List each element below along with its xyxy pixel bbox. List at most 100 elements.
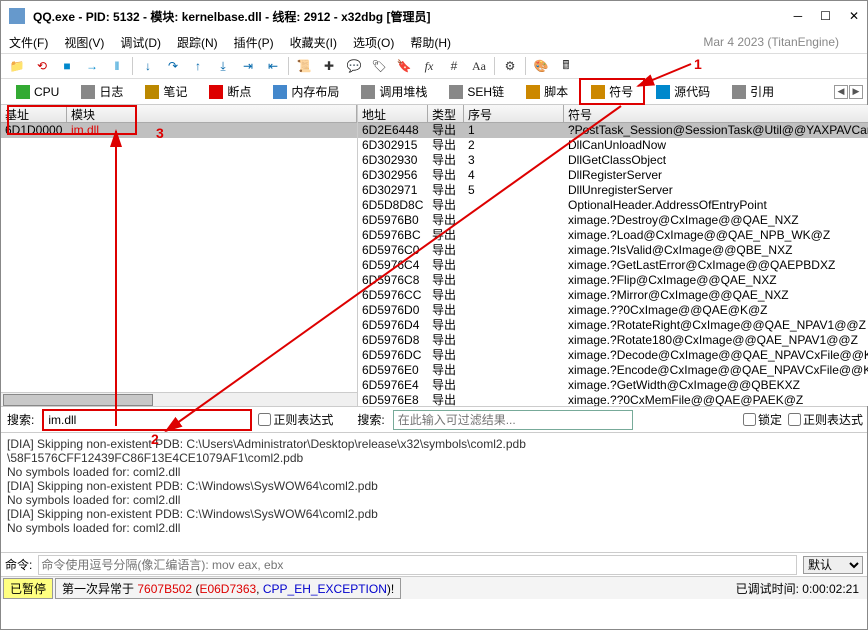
tab-icon	[591, 85, 605, 99]
command-input[interactable]	[38, 555, 797, 575]
step-out-icon[interactable]: ↑	[186, 56, 210, 76]
menu-help[interactable]: 帮助(H)	[410, 34, 451, 51]
col-header[interactable]: 符号	[564, 105, 868, 122]
build-date: Mar 4 2023 (TitanEngine)	[703, 35, 839, 49]
pause-icon[interactable]: ‖	[105, 56, 129, 76]
table-row[interactable]: 6D5976DC导出ximage.?Decode@CxImage@@QAE_NP…	[358, 348, 868, 363]
bookmark-icon[interactable]: 🔖	[392, 56, 416, 76]
tab-label: 内存布局	[291, 83, 339, 100]
search-input-left[interactable]	[42, 409, 252, 431]
tab-内存布局[interactable]: 内存布局	[262, 79, 350, 104]
tab-引用[interactable]: 引用	[721, 79, 785, 104]
log-output[interactable]: [DIA] Skipping non-existent PDB: C:\User…	[1, 433, 867, 553]
run-until-icon[interactable]: ⇤	[261, 56, 285, 76]
run-to-icon[interactable]: ⇥	[236, 56, 260, 76]
tab-label: 日志	[99, 83, 123, 100]
text-icon[interactable]: Aa	[467, 56, 491, 76]
table-row[interactable]: 6D5976C0导出ximage.?IsValid@CxImage@@QBE_N…	[358, 243, 868, 258]
symbols-pane: 地址类型序号符号 6D2E6448导出1?PostTask_Session@Se…	[358, 105, 868, 406]
table-row[interactable]: 6D5976C4导出ximage.?GetLastError@CxImage@@…	[358, 258, 868, 273]
modules-list[interactable]: 6D1D0000im.dll	[1, 123, 357, 406]
calc-icon[interactable]: 🖩	[554, 56, 578, 76]
tab-笔记[interactable]: 笔记	[134, 79, 198, 104]
search-input-right[interactable]	[393, 410, 633, 430]
run-icon[interactable]: →	[80, 56, 104, 76]
func-icon[interactable]: fx	[417, 56, 441, 76]
tab-调用堆栈[interactable]: 调用堆栈	[350, 79, 438, 104]
table-row[interactable]: 6D5976B0导出ximage.?Destroy@CxImage@@QAE_N…	[358, 213, 868, 228]
table-row[interactable]: 6D5976CC导出ximage.?Mirror@CxImage@@QAE_NX…	[358, 288, 868, 303]
symbols-list[interactable]: 6D2E6448导出1?PostTask_Session@SessionTask…	[358, 123, 868, 406]
patch-icon[interactable]: ✚	[317, 56, 341, 76]
regex-checkbox-left[interactable]: 正则表达式	[258, 411, 333, 428]
h-scrollbar[interactable]	[1, 392, 357, 406]
comment-icon[interactable]: 💬	[342, 56, 366, 76]
menu-plugins[interactable]: 插件(P)	[234, 34, 274, 51]
open-file-icon[interactable]: 📁	[5, 56, 29, 76]
tab-icon	[361, 85, 375, 99]
maximize-button[interactable]: ☐	[820, 9, 831, 23]
table-row[interactable]: 6D5976D4导出ximage.?RotateRight@CxImage@@Q…	[358, 318, 868, 333]
table-row[interactable]: 6D5976E0导出ximage.?Encode@CxImage@@QAE_NP…	[358, 363, 868, 378]
table-row[interactable]: 6D302956导出4DllRegisterServer	[358, 168, 868, 183]
tab-label: 引用	[750, 83, 774, 100]
regex-checkbox-right[interactable]: 正则表达式	[788, 411, 863, 428]
tab-日志[interactable]: 日志	[70, 79, 134, 104]
tab-label: 脚本	[544, 83, 568, 100]
menu-favorites[interactable]: 收藏夹(I)	[290, 34, 337, 51]
table-row[interactable]: 6D5976C8导出ximage.?Flip@CxImage@@QAE_NXZ	[358, 273, 868, 288]
table-row[interactable]: 6D5D8D8C导出OptionalHeader.AddressOfEntryP…	[358, 198, 868, 213]
tab-label: 符号	[609, 83, 633, 100]
step-over-icon[interactable]: ↷	[161, 56, 185, 76]
col-header[interactable]: 模块	[67, 105, 357, 122]
tab-icon	[16, 85, 30, 99]
tab-断点[interactable]: 断点	[198, 79, 262, 104]
tab-源代码[interactable]: 源代码	[645, 79, 721, 104]
table-row[interactable]: 6D5976E8导出ximage.??0CxMemFile@@QAE@PAEK@…	[358, 393, 868, 406]
theme-icon[interactable]: 🎨	[529, 56, 553, 76]
restart-icon[interactable]: ⟲	[30, 56, 54, 76]
table-row[interactable]: 6D5976D8导出ximage.?Rotate180@CxImage@@QAE…	[358, 333, 868, 348]
stop-icon[interactable]: ■	[55, 56, 79, 76]
menu-trace[interactable]: 跟踪(N)	[177, 34, 218, 51]
lock-checkbox[interactable]: 锁定	[743, 411, 782, 428]
col-header[interactable]: 地址	[358, 105, 428, 122]
step-icon[interactable]: ⤓	[211, 56, 235, 76]
tab-icon	[145, 85, 159, 99]
tab-符号[interactable]: 符号	[579, 78, 645, 105]
menu-view[interactable]: 视图(V)	[64, 34, 104, 51]
tab-CPU[interactable]: CPU	[5, 81, 70, 103]
table-row[interactable]: 6D5976D0导出ximage.??0CxImage@@QAE@K@Z	[358, 303, 868, 318]
tab-scroll-right-icon[interactable]: ▶	[849, 85, 863, 99]
col-header[interactable]: 基址	[1, 105, 67, 122]
menu-options[interactable]: 选项(O)	[353, 34, 394, 51]
table-row[interactable]: 6D302971导出5DllUnregisterServer	[358, 183, 868, 198]
col-header[interactable]: 序号	[464, 105, 564, 122]
status-time: 已调试时间: 0:00:02:21	[736, 580, 859, 597]
table-row[interactable]: 6D1D0000im.dll	[1, 123, 357, 138]
close-button[interactable]: ✕	[849, 9, 859, 23]
tab-scroll-left-icon[interactable]: ◀	[834, 85, 848, 99]
table-row[interactable]: 6D5976E4导出ximage.?GetWidth@CxImage@@QBEK…	[358, 378, 868, 393]
table-row[interactable]: 6D2E6448导出1?PostTask_Session@SessionTask…	[358, 123, 868, 138]
script-icon[interactable]: 📜	[292, 56, 316, 76]
annotation-2: 2	[151, 431, 159, 447]
tab-icon	[656, 85, 670, 99]
step-into-icon[interactable]: ↓	[136, 56, 160, 76]
table-row[interactable]: 6D5976BC导出ximage.?Load@CxImage@@QAE_NPB_…	[358, 228, 868, 243]
menu-file[interactable]: 文件(F)	[9, 34, 48, 51]
col-header[interactable]: 类型	[428, 105, 464, 122]
settings-icon[interactable]: ⚙	[498, 56, 522, 76]
annotation-3: 3	[156, 125, 164, 141]
tab-SEH链[interactable]: SEH链	[438, 79, 515, 104]
label-icon[interactable]: 🏷	[367, 56, 391, 76]
menu-debug[interactable]: 调试(D)	[120, 34, 161, 51]
status-paused: 已暂停	[3, 578, 53, 599]
table-row[interactable]: 6D302930导出3DllGetClassObject	[358, 153, 868, 168]
menu-bar: 文件(F) 视图(V) 调试(D) 跟踪(N) 插件(P) 收藏夹(I) 选项(…	[1, 31, 867, 53]
command-mode-select[interactable]: 默认	[803, 556, 863, 574]
minimize-button[interactable]: ─	[794, 9, 803, 23]
tab-脚本[interactable]: 脚本	[515, 79, 579, 104]
table-row[interactable]: 6D302915导出2DllCanUnloadNow	[358, 138, 868, 153]
hash-icon[interactable]: #	[442, 56, 466, 76]
